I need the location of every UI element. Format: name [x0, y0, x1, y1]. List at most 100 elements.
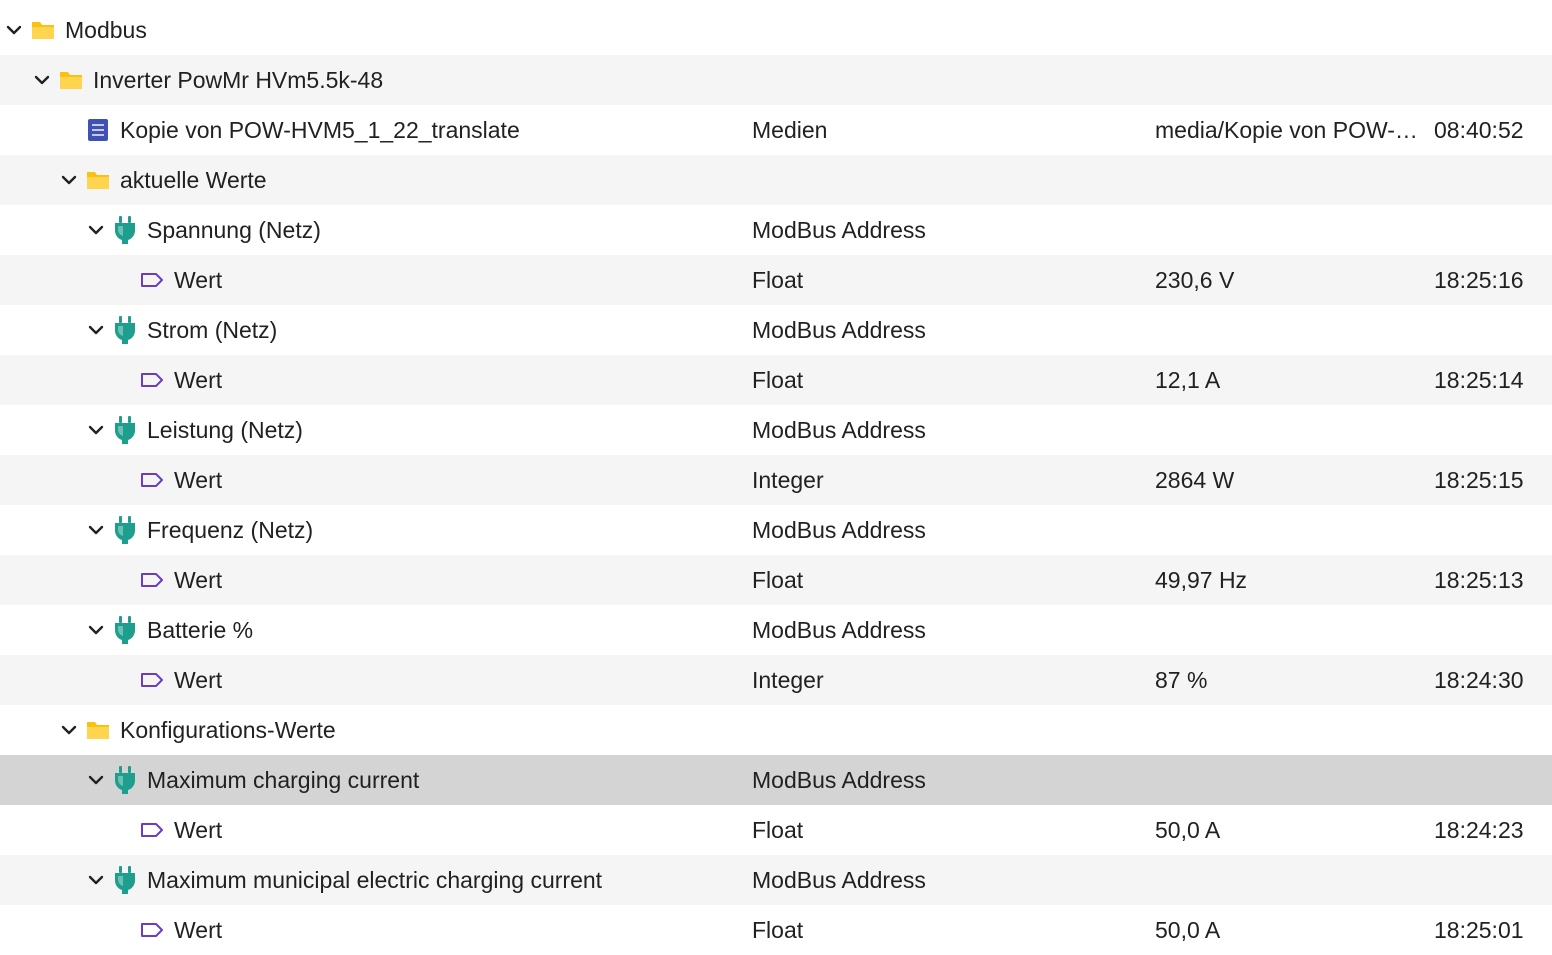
tree-row[interactable]: Leistung (Netz) ModBus Address	[0, 405, 1552, 455]
name-cell: Modbus	[4, 5, 147, 55]
row-name: Wert	[174, 567, 223, 593]
plug-icon	[112, 866, 138, 894]
row-value: 87 %	[1155, 667, 1208, 693]
row-value: 50,0 A	[1155, 917, 1221, 943]
plug-icon	[112, 616, 138, 644]
row-type: ModBus Address	[752, 867, 926, 893]
row-name: Wert	[174, 917, 223, 943]
plug-icon	[112, 516, 138, 544]
chevron-down-icon[interactable]	[86, 620, 106, 640]
tree-row[interactable]: aktuelle Werte	[0, 155, 1552, 205]
name-cell: Wert	[113, 805, 222, 855]
tree-row[interactable]: Wert Float 50,0 A 18:24:23	[0, 805, 1552, 855]
row-name: Maximum charging current	[147, 767, 420, 793]
row-name: Kopie von POW-HVM5_1_22_translate	[120, 117, 520, 143]
row-name: aktuelle Werte	[120, 167, 267, 193]
tree-row[interactable]: Maximum municipal electric charging curr…	[0, 855, 1552, 905]
row-value	[1155, 55, 1425, 105]
row-value: 230,6 V	[1155, 267, 1235, 293]
tag-icon	[139, 817, 165, 843]
row-name: Spannung (Netz)	[147, 217, 321, 243]
row-time: 18:25:14	[1434, 367, 1524, 393]
row-name: Frequenz (Netz)	[147, 517, 314, 543]
row-value: 12,1 A	[1155, 367, 1221, 393]
plug-icon	[112, 316, 138, 344]
row-value: 49,97 Hz	[1155, 567, 1248, 593]
row-name: Batterie %	[147, 617, 254, 643]
row-value	[1155, 205, 1425, 255]
chevron-down-icon[interactable]	[86, 520, 106, 540]
chevron-down-icon[interactable]	[86, 770, 106, 790]
row-name: Wert	[174, 467, 223, 493]
row-name: Leistung (Netz)	[147, 417, 303, 443]
tag-icon	[139, 267, 165, 293]
row-value	[1155, 155, 1425, 205]
row-name: Konfigurations-Werte	[120, 717, 336, 743]
row-value	[1155, 705, 1425, 755]
chevron-down-icon[interactable]	[86, 220, 106, 240]
tree-row[interactable]: Wert Float 49,97 Hz 18:25:13	[0, 555, 1552, 605]
row-type: ModBus Address	[752, 767, 926, 793]
row-value: 2864 W	[1155, 467, 1235, 493]
chevron-down-icon[interactable]	[86, 420, 106, 440]
row-value	[1155, 5, 1425, 55]
row-type: ModBus Address	[752, 517, 926, 543]
row-type: Float	[752, 817, 804, 843]
row-type: Float	[752, 567, 804, 593]
row-time: 18:25:15	[1434, 467, 1524, 493]
name-cell: Strom (Netz)	[86, 305, 277, 355]
tree-row[interactable]: Spannung (Netz) ModBus Address	[0, 205, 1552, 255]
chevron-down-icon[interactable]	[4, 20, 24, 40]
row-type: ModBus Address	[752, 417, 926, 443]
name-cell: Wert	[113, 655, 222, 705]
tree-row[interactable]: Batterie % ModBus Address	[0, 605, 1552, 655]
tree-row[interactable]: Wert Float 12,1 A 18:25:14	[0, 355, 1552, 405]
name-cell: Frequenz (Netz)	[86, 505, 313, 555]
name-cell: Wert	[113, 255, 222, 305]
tree-row[interactable]: Maximum charging current ModBus Address	[0, 755, 1552, 805]
name-cell: Wert	[113, 555, 222, 605]
tree-row[interactable]: Modbus	[0, 5, 1552, 55]
row-type: Float	[752, 917, 804, 943]
row-value	[1155, 855, 1425, 905]
tree-row[interactable]: Konfigurations-Werte	[0, 705, 1552, 755]
media-file-icon	[85, 117, 111, 143]
row-name: Strom (Netz)	[147, 317, 278, 343]
row-value: 50,0 A	[1155, 817, 1221, 843]
chevron-down-icon[interactable]	[59, 720, 79, 740]
name-cell: Wert	[113, 905, 222, 955]
row-time: 18:25:13	[1434, 567, 1524, 593]
chevron-down-icon[interactable]	[59, 170, 79, 190]
tree-row[interactable]: Frequenz (Netz) ModBus Address	[0, 505, 1552, 555]
folder-icon	[30, 17, 56, 43]
chevron-down-icon[interactable]	[86, 320, 106, 340]
tree-row[interactable]: Wert Integer 87 % 18:24:30	[0, 655, 1552, 705]
object-tree: Modbus Inverter PowMr HVm5.5k-48 Kopie von…	[0, 5, 1552, 955]
tree-row[interactable]: Wert Float 50,0 A 18:25:01	[0, 905, 1552, 955]
chevron-down-icon[interactable]	[32, 70, 52, 90]
row-type: Integer	[752, 667, 824, 693]
tree-row[interactable]: Strom (Netz) ModBus Address	[0, 305, 1552, 355]
name-cell: aktuelle Werte	[59, 155, 267, 205]
chevron-down-icon[interactable]	[86, 870, 106, 890]
tree-row[interactable]: Wert Float 230,6 V 18:25:16	[0, 255, 1552, 305]
plug-icon	[112, 216, 138, 244]
name-cell: Batterie %	[86, 605, 253, 655]
row-value	[1155, 505, 1425, 555]
row-value: media/Kopie von POW-HVM5_1_22_translate	[1155, 117, 1425, 143]
tag-icon	[139, 367, 165, 393]
tree-row[interactable]: Kopie von POW-HVM5_1_22_translate Medien m…	[0, 105, 1552, 155]
tag-icon	[139, 567, 165, 593]
row-time: 18:24:30	[1434, 667, 1524, 693]
tree-row[interactable]: Inverter PowMr HVm5.5k-48	[0, 55, 1552, 105]
row-name: Modbus	[65, 17, 147, 43]
name-cell: Spannung (Netz)	[86, 205, 321, 255]
folder-icon	[58, 67, 84, 93]
tree-row[interactable]: Wert Integer 2864 W 18:25:15	[0, 455, 1552, 505]
plug-icon	[112, 766, 138, 794]
folder-icon	[85, 167, 111, 193]
row-name: Inverter PowMr HVm5.5k-48	[93, 67, 384, 93]
row-type: Float	[752, 267, 804, 293]
row-type: Integer	[752, 467, 824, 493]
name-cell: Wert	[113, 455, 222, 505]
